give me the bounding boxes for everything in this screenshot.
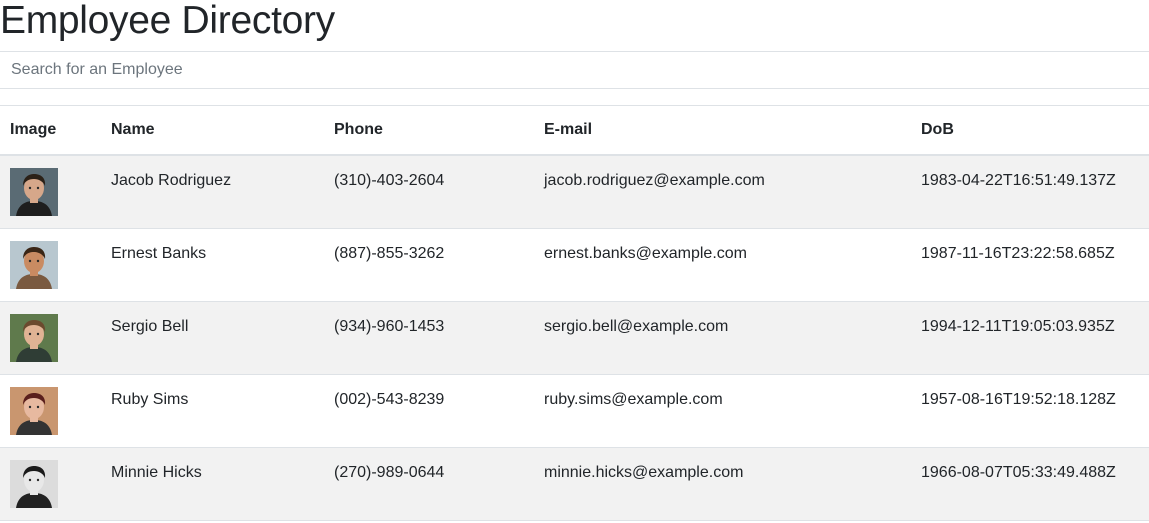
cell-phone: (887)-855-3262 — [324, 228, 534, 302]
cell-name: Sergio Bell — [101, 301, 324, 375]
column-header-image[interactable]: Image — [0, 106, 101, 156]
employee-avatar — [10, 168, 58, 216]
cell-phone: (270)-989-0644 — [324, 447, 534, 521]
cell-email: jacob.rodriguez@example.com — [534, 155, 911, 229]
cell-name: Ernest Banks — [101, 228, 324, 302]
employee-table-container: Image Name Phone E-mail DoB Jacob Rodrig… — [0, 105, 1149, 521]
cell-email: ruby.sims@example.com — [534, 374, 911, 448]
column-header-phone[interactable]: Phone — [324, 106, 534, 156]
search-bar — [0, 51, 1149, 89]
table-row: Minnie Hicks (270)-989-0644 minnie.hicks@e… — [0, 447, 1149, 521]
cell-phone: (310)-403-2604 — [324, 155, 534, 229]
cell-email: sergio.bell@example.com — [534, 301, 911, 375]
search-input[interactable] — [0, 52, 1149, 88]
employee-avatar — [10, 240, 58, 289]
cell-dob: 1957-08-16T19:52:18.128Z — [911, 374, 1149, 448]
cell-image — [0, 447, 101, 521]
cell-phone: (002)-543-8239 — [324, 374, 534, 448]
cell-image — [0, 301, 101, 375]
cell-image — [0, 155, 101, 229]
cell-name: Minnie Hicks — [101, 447, 324, 521]
cell-email: minnie.hicks@example.com — [534, 447, 911, 521]
cell-name: Jacob Rodriguez — [101, 155, 324, 229]
column-header-dob[interactable]: DoB — [911, 106, 1149, 156]
table-row: Ruby Sims (002)-543-8239 ruby.sims@example… — [0, 374, 1149, 448]
page-title: Employee Directory — [0, 0, 335, 42]
cell-dob: 1994-12-11T19:05:03.935Z — [911, 301, 1149, 375]
table-row: Sergio Bell (934)-960-1453 sergio.bell@exa… — [0, 301, 1149, 375]
table-header-row: Image Name Phone E-mail DoB — [0, 106, 1149, 156]
cell-image — [0, 374, 101, 448]
cell-dob: 1987-11-16T23:22:58.685Z — [911, 228, 1149, 302]
cell-phone: (934)-960-1453 — [324, 301, 534, 375]
cell-dob: 1983-04-22T16:51:49.137Z — [911, 155, 1149, 229]
employee-table: Image Name Phone E-mail DoB Jacob Rodrig… — [0, 106, 1149, 521]
cell-email: ernest.banks@example.com — [534, 228, 911, 302]
table-row: Ernest Banks (887)-855-3262 ernest.banks@e… — [0, 228, 1149, 302]
cell-image — [0, 228, 101, 302]
table-row: Jacob Rodriguez (310)-403-2604 jacob.rodri… — [0, 155, 1149, 229]
cell-dob: 1966-08-07T05:33:49.488Z — [911, 447, 1149, 521]
employee-avatar — [10, 313, 58, 362]
column-header-name[interactable]: Name — [101, 106, 324, 156]
column-header-email[interactable]: E-mail — [534, 106, 911, 156]
cell-name: Ruby Sims — [101, 374, 324, 448]
employee-avatar — [10, 386, 58, 435]
employee-avatar — [10, 459, 58, 508]
